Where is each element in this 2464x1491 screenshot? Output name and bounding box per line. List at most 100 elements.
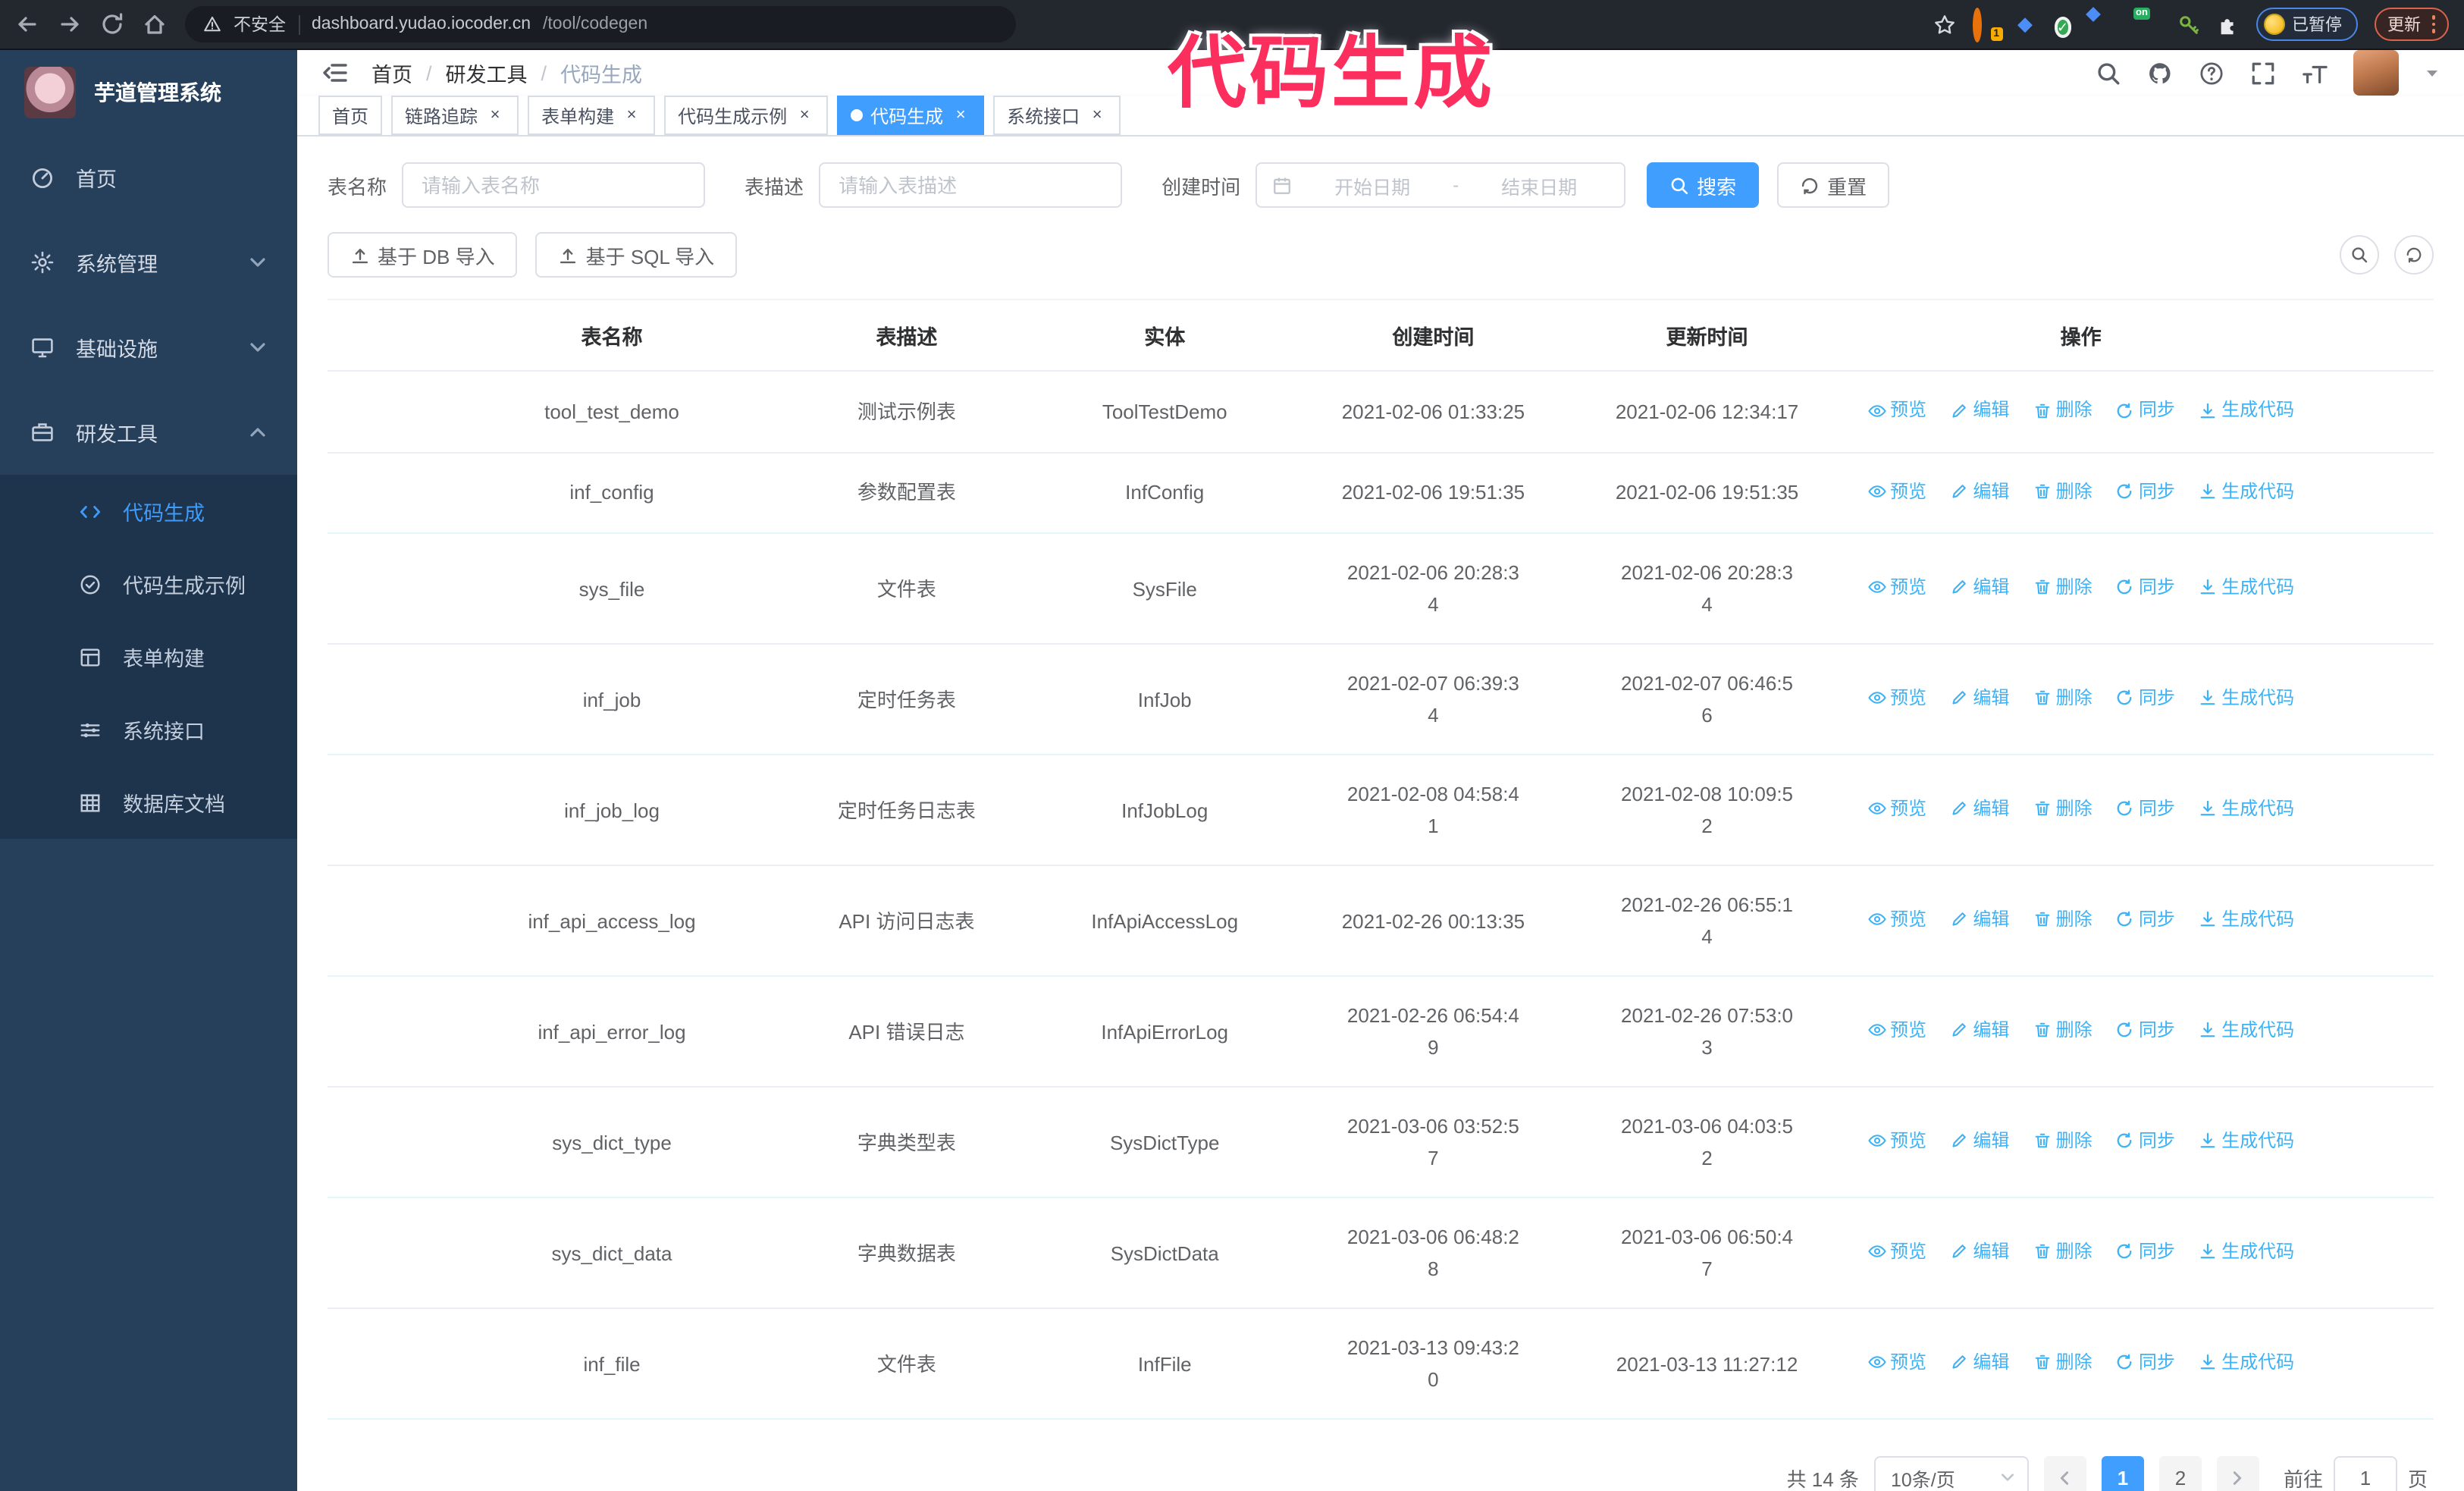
next-page-button[interactable]	[2216, 1456, 2259, 1491]
preview-link[interactable]: 预览	[1867, 394, 1926, 426]
sidebar-item-home[interactable]: 首页	[0, 135, 297, 220]
profile-paused-chip[interactable]: 已暂停	[2256, 8, 2357, 41]
extension-check-icon[interactable]: ✓	[2054, 17, 2072, 38]
preview-link[interactable]: 预览	[1867, 1125, 1926, 1157]
preview-link[interactable]: 预览	[1867, 476, 1926, 507]
extension-on-icon[interactable]: on	[2133, 8, 2160, 36]
prev-page-button[interactable]	[2043, 1456, 2086, 1491]
generate-code-link[interactable]: 生成代码	[2199, 1015, 2294, 1047]
help-icon[interactable]	[2199, 60, 2224, 86]
sidebar-toggle-icon[interactable]	[321, 59, 349, 86]
generate-code-link[interactable]: 生成代码	[2199, 793, 2294, 825]
browser-update-button[interactable]: 更新	[2374, 8, 2449, 41]
browser-home-icon[interactable]	[143, 12, 167, 36]
sync-link[interactable]: 同步	[2116, 1347, 2175, 1379]
browser-reload-icon[interactable]	[100, 12, 124, 36]
extension-key-icon[interactable]	[2177, 13, 2199, 36]
edit-link[interactable]: 编辑	[1950, 793, 2009, 825]
delete-link[interactable]: 删除	[2033, 394, 2093, 426]
generate-code-link[interactable]: 生成代码	[2199, 394, 2294, 426]
reset-button[interactable]: 重置	[1777, 162, 1890, 208]
delete-link[interactable]: 删除	[2033, 793, 2093, 825]
sidebar-item-form-builder[interactable]: 表单构建	[0, 620, 297, 693]
view-tab[interactable]: 首页	[318, 96, 383, 135]
sync-link[interactable]: 同步	[2116, 572, 2175, 604]
edit-link[interactable]: 编辑	[1950, 394, 2009, 426]
sidebar-item-code-generation[interactable]: 代码生成	[0, 475, 297, 548]
sync-link[interactable]: 同步	[2116, 1015, 2175, 1047]
edit-link[interactable]: 编辑	[1950, 1236, 2009, 1268]
sync-link[interactable]: 同步	[2116, 476, 2175, 507]
close-tab-icon[interactable]: ×	[795, 105, 814, 125]
close-tab-icon[interactable]: ×	[485, 105, 505, 125]
search-icon[interactable]	[2096, 60, 2121, 86]
page-button-2[interactable]: 2	[2158, 1456, 2202, 1491]
view-tab[interactable]: 链路追踪 ×	[391, 96, 519, 135]
sidebar-item-system-management[interactable]: 系统管理	[0, 220, 297, 305]
start-date-placeholder[interactable]: 开始日期	[1303, 171, 1442, 199]
avatar-caret-icon[interactable]	[2425, 65, 2440, 80]
edit-link[interactable]: 编辑	[1950, 1015, 2009, 1047]
address-bar[interactable]: 不安全 dashboard.yudao.iocoder.cn/tool/code…	[185, 6, 1016, 42]
generate-code-link[interactable]: 生成代码	[2199, 1347, 2294, 1379]
sync-link[interactable]: 同步	[2116, 394, 2175, 426]
close-tab-icon[interactable]: ×	[951, 105, 970, 125]
bookmark-star-icon[interactable]	[1933, 13, 1955, 36]
preview-link[interactable]: 预览	[1867, 793, 1926, 825]
close-tab-icon[interactable]: ×	[1087, 105, 1107, 125]
refresh-table-button[interactable]	[2394, 235, 2434, 275]
sidebar-item-codegen-example[interactable]: 代码生成示例	[0, 548, 297, 620]
page-size-select[interactable]: 10条/页	[1873, 1456, 2029, 1491]
sidebar-item-system-api[interactable]: 系统接口	[0, 693, 297, 766]
page-button-1[interactable]: 1	[2101, 1456, 2144, 1491]
preview-link[interactable]: 预览	[1867, 1347, 1926, 1379]
extension-gem-icon[interactable]: ◆	[2013, 12, 2037, 36]
edit-link[interactable]: 编辑	[1950, 1347, 2009, 1379]
breadcrumb-home[interactable]: 首页	[371, 58, 412, 88]
generate-code-link[interactable]: 生成代码	[2199, 1125, 2294, 1157]
view-tab[interactable]: 代码生成 ×	[837, 96, 985, 135]
fullscreen-icon[interactable]	[2250, 60, 2276, 86]
delete-link[interactable]: 删除	[2033, 1236, 2093, 1268]
edit-link[interactable]: 编辑	[1950, 683, 2009, 714]
table-desc-input[interactable]	[819, 162, 1123, 208]
sidebar-item-infrastructure[interactable]: 基础设施	[0, 305, 297, 390]
delete-link[interactable]: 删除	[2033, 572, 2093, 604]
import-from-db-button[interactable]: 基于 DB 导入	[328, 232, 518, 278]
end-date-placeholder[interactable]: 结束日期	[1469, 171, 1609, 199]
preview-link[interactable]: 预览	[1867, 683, 1926, 714]
breadcrumb-dev-tools[interactable]: 研发工具	[446, 58, 528, 88]
preview-link[interactable]: 预览	[1867, 904, 1926, 936]
preview-link[interactable]: 预览	[1867, 1015, 1926, 1047]
search-button[interactable]: 搜索	[1647, 162, 1760, 208]
sync-link[interactable]: 同步	[2116, 1236, 2175, 1268]
browser-forward-icon[interactable]	[58, 12, 82, 36]
edit-link[interactable]: 编辑	[1950, 572, 2009, 604]
view-tab[interactable]: 系统接口 ×	[993, 96, 1121, 135]
user-avatar[interactable]	[2353, 50, 2399, 96]
delete-link[interactable]: 删除	[2033, 1015, 2093, 1047]
edit-link[interactable]: 编辑	[1950, 476, 2009, 507]
generate-code-link[interactable]: 生成代码	[2199, 476, 2294, 507]
sync-link[interactable]: 同步	[2116, 683, 2175, 714]
generate-code-link[interactable]: 生成代码	[2199, 683, 2294, 714]
extension-orange-icon[interactable]: 1	[1972, 8, 2002, 42]
generate-code-link[interactable]: 生成代码	[2199, 572, 2294, 604]
sidebar-logo[interactable]: 芋道管理系统	[0, 50, 297, 135]
preview-link[interactable]: 预览	[1867, 572, 1926, 604]
close-tab-icon[interactable]: ×	[622, 105, 641, 125]
delete-link[interactable]: 删除	[2033, 1347, 2093, 1379]
create-time-range-picker[interactable]: 开始日期 - 结束日期	[1256, 162, 1626, 208]
generate-code-link[interactable]: 生成代码	[2199, 904, 2294, 936]
github-icon[interactable]	[2147, 60, 2173, 86]
delete-link[interactable]: 删除	[2033, 476, 2093, 507]
browser-back-icon[interactable]	[15, 12, 39, 36]
extension-grid-icon[interactable]	[2095, 12, 2119, 36]
generate-code-link[interactable]: 生成代码	[2199, 1236, 2294, 1268]
preview-link[interactable]: 预览	[1867, 1236, 1926, 1268]
view-tab[interactable]: 代码生成示例 ×	[664, 96, 829, 135]
goto-page-input[interactable]	[2333, 1456, 2397, 1491]
sync-link[interactable]: 同步	[2116, 904, 2175, 936]
font-size-icon[interactable]	[2302, 60, 2328, 86]
edit-link[interactable]: 编辑	[1950, 904, 2009, 936]
